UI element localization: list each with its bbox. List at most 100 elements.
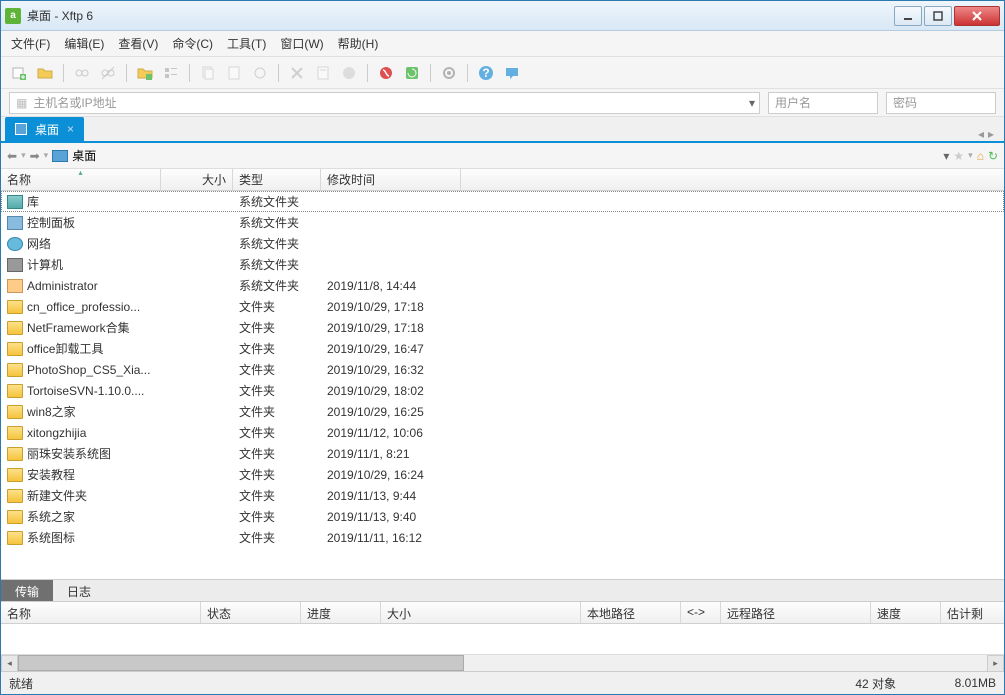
home-icon[interactable]: ⌂ <box>977 149 984 163</box>
file-modified: 2019/11/8, 14:44 <box>321 279 461 293</box>
tab-transfer[interactable]: 传输 <box>1 580 53 601</box>
stop-icon[interactable] <box>339 63 359 83</box>
file-type: 系统文件夹 <box>233 256 321 273</box>
tab-prev-icon[interactable]: ◂ <box>978 127 984 141</box>
file-row[interactable]: 丽珠安装系统图文件夹2019/11/1, 8:21 <box>1 443 1004 464</box>
tcol-name[interactable]: 名称 <box>1 602 201 623</box>
new-folder-icon[interactable] <box>135 63 155 83</box>
menu-tools[interactable]: 工具(T) <box>227 35 266 52</box>
tcol-remote[interactable]: 远程路径 <box>721 602 871 623</box>
file-row[interactable]: 系统之家文件夹2019/11/13, 9:40 <box>1 506 1004 527</box>
tab-label: 桌面 <box>35 121 59 138</box>
sync-icon[interactable] <box>250 63 270 83</box>
file-row[interactable]: 安装教程文件夹2019/10/29, 16:24 <box>1 464 1004 485</box>
titlebar[interactable]: а 桌面 - Xftp 6 <box>1 1 1004 31</box>
menu-edit[interactable]: 编辑(E) <box>64 35 104 52</box>
options-icon[interactable] <box>439 63 459 83</box>
file-row[interactable]: 计算机系统文件夹 <box>1 254 1004 275</box>
dropdown-icon[interactable]: ▾ <box>749 96 755 110</box>
copy-icon[interactable] <box>198 63 218 83</box>
file-row[interactable]: Administrator系统文件夹2019/11/8, 14:44 <box>1 275 1004 296</box>
back-button[interactable]: ⬅ <box>7 149 17 163</box>
file-row[interactable]: TortoiseSVN-1.10.0....文件夹2019/10/29, 18:… <box>1 380 1004 401</box>
tcol-local[interactable]: 本地路径 <box>581 602 681 623</box>
folder-icon <box>7 447 23 461</box>
scroll-right-icon[interactable]: ▸ <box>987 655 1004 672</box>
view-mode-icon[interactable] <box>161 63 181 83</box>
scroll-thumb[interactable] <box>18 655 464 671</box>
tab-next-icon[interactable]: ▸ <box>988 127 994 141</box>
tcol-status[interactable]: 状态 <box>201 602 301 623</box>
file-row[interactable]: PhotoShop_CS5_Xia...文件夹2019/10/29, 16:32 <box>1 359 1004 380</box>
bookmark-icon[interactable]: ★ <box>953 149 964 163</box>
file-row[interactable]: NetFramework合集文件夹2019/10/29, 17:18 <box>1 317 1004 338</box>
col-size[interactable]: 大小 <box>161 169 233 190</box>
file-name: xitongzhijia <box>27 426 86 440</box>
file-modified: 2019/11/13, 9:40 <box>321 510 461 524</box>
menu-cmd[interactable]: 命令(C) <box>172 35 213 52</box>
file-modified: 2019/10/29, 16:32 <box>321 363 461 377</box>
username-input[interactable]: 用户名 <box>768 92 878 114</box>
file-name: 安装教程 <box>27 466 75 483</box>
file-row[interactable]: cn_office_professio...文件夹2019/10/29, 17:… <box>1 296 1004 317</box>
tcol-progress[interactable]: 进度 <box>301 602 381 623</box>
maximize-button[interactable] <box>924 6 952 26</box>
path-navbar: ⬅ ▾ ➡ ▾ 桌面 ▾ ★ ▾ ⌂ ↻ <box>1 143 1004 169</box>
tcol-arrow[interactable]: <-> <box>681 602 721 623</box>
statusbar: 就绪 42 对象 8.01MB <box>1 672 1004 694</box>
minimize-button[interactable] <box>894 6 922 26</box>
file-row[interactable]: 新建文件夹文件夹2019/11/13, 9:44 <box>1 485 1004 506</box>
host-input[interactable]: ▦ 主机名或IP地址 ▾ <box>9 92 760 114</box>
file-row[interactable]: office卸载工具文件夹2019/10/29, 16:47 <box>1 338 1004 359</box>
path-dropdown-icon[interactable]: ▾ <box>943 149 949 163</box>
close-button[interactable] <box>954 6 1000 26</box>
unlink-icon[interactable] <box>98 63 118 83</box>
file-modified: 2019/10/29, 18:02 <box>321 384 461 398</box>
paste-icon[interactable] <box>224 63 244 83</box>
folder-icon <box>7 384 23 398</box>
col-modified[interactable]: 修改时间 <box>321 169 461 190</box>
col-name[interactable]: ▴名称 <box>1 169 161 190</box>
tab-desktop[interactable]: 桌面 × <box>5 117 84 141</box>
tcol-size[interactable]: 大小 <box>381 602 581 623</box>
link-icon[interactable] <box>72 63 92 83</box>
password-input[interactable]: 密码 <box>886 92 996 114</box>
bottom-tabs: 传输 日志 <box>1 580 1004 602</box>
properties-icon[interactable] <box>313 63 333 83</box>
file-row[interactable]: 库系统文件夹 <box>1 191 1004 212</box>
host-placeholder: 主机名或IP地址 <box>33 94 116 111</box>
file-name: 库 <box>27 193 39 210</box>
menu-help[interactable]: 帮助(H) <box>338 35 379 52</box>
tab-log[interactable]: 日志 <box>53 580 105 601</box>
menu-file[interactable]: 文件(F) <box>11 35 50 52</box>
delete-icon[interactable] <box>287 63 307 83</box>
folder-icon <box>7 321 23 335</box>
file-row[interactable]: win8之家文件夹2019/10/29, 16:25 <box>1 401 1004 422</box>
refresh-path-icon[interactable]: ↻ <box>988 149 998 163</box>
file-name: PhotoShop_CS5_Xia... <box>27 363 150 377</box>
tab-close-icon[interactable]: × <box>67 122 74 136</box>
menu-window[interactable]: 窗口(W) <box>280 35 323 52</box>
xshell-icon[interactable] <box>376 63 396 83</box>
file-type: 文件夹 <box>233 508 321 525</box>
app-window: а 桌面 - Xftp 6 文件(F) 编辑(E) 查看(V) 命令(C) 工具… <box>0 0 1005 695</box>
horizontal-scrollbar[interactable]: ◂ ▸ <box>1 654 1004 671</box>
tcol-speed[interactable]: 速度 <box>871 602 941 623</box>
feedback-icon[interactable] <box>502 63 522 83</box>
breadcrumb[interactable]: 桌面 <box>52 147 939 164</box>
tcol-eta[interactable]: 估计剩 <box>941 602 1004 623</box>
new-session-icon[interactable] <box>9 63 29 83</box>
file-row[interactable]: 网络系统文件夹 <box>1 233 1004 254</box>
file-list[interactable]: 库系统文件夹控制面板系统文件夹网络系统文件夹计算机系统文件夹Administra… <box>1 191 1004 579</box>
open-session-icon[interactable] <box>35 63 55 83</box>
menu-view[interactable]: 查看(V) <box>118 35 158 52</box>
col-type[interactable]: 类型 <box>233 169 321 190</box>
file-row[interactable]: 系统图标文件夹2019/11/11, 16:12 <box>1 527 1004 548</box>
refresh-icon[interactable] <box>402 63 422 83</box>
file-row[interactable]: 控制面板系统文件夹 <box>1 212 1004 233</box>
forward-button[interactable]: ➡ <box>30 149 40 163</box>
help-icon[interactable]: ? <box>476 63 496 83</box>
window-title: 桌面 - Xftp 6 <box>27 7 894 24</box>
file-row[interactable]: xitongzhijia文件夹2019/11/12, 10:06 <box>1 422 1004 443</box>
scroll-left-icon[interactable]: ◂ <box>1 655 18 672</box>
